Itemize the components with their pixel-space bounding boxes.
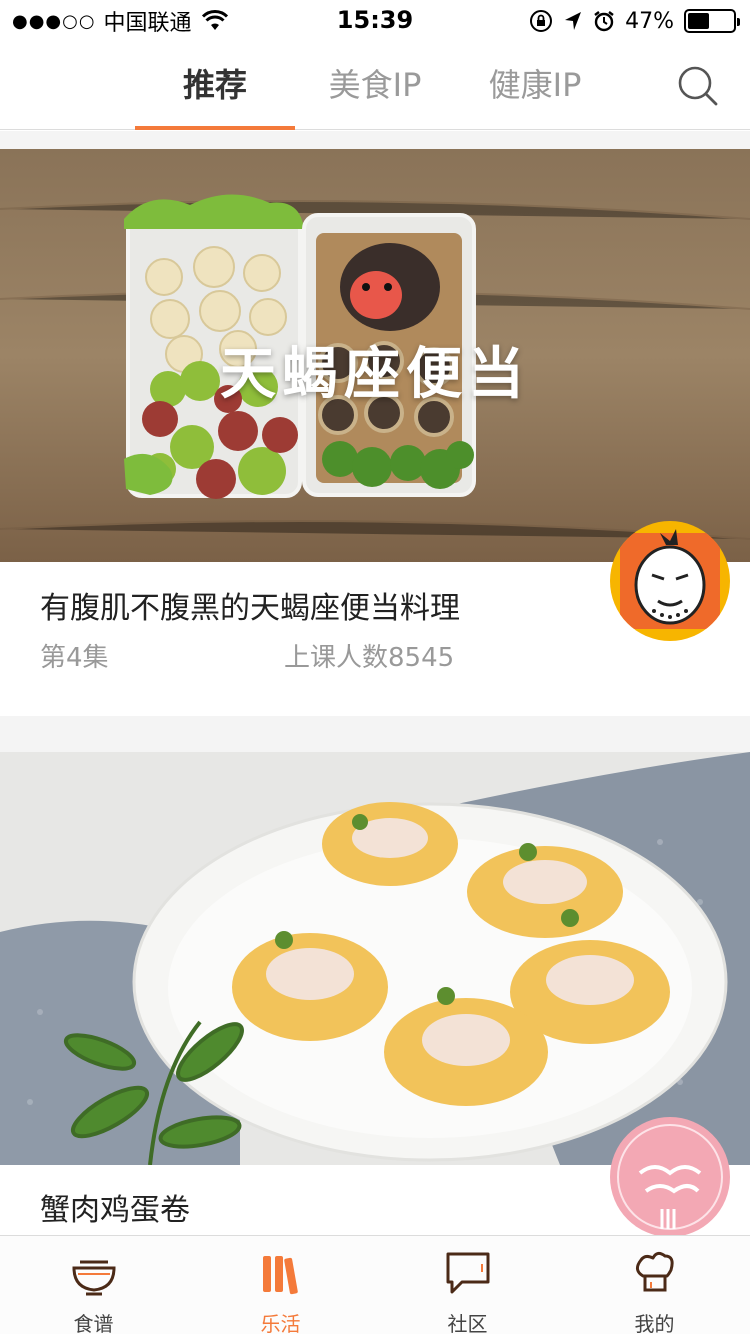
active-tab-indicator: [135, 126, 295, 130]
egg-roll-thumbnail[interactable]: [0, 752, 750, 1165]
orientation-lock-icon: [530, 10, 553, 32]
battery-percent: 47%: [625, 8, 674, 34]
chef-face-icon: [620, 529, 720, 629]
thumbnail-caption: 天蝎座便当: [220, 341, 530, 407]
feed-list[interactable]: 天蝎座便当 有腹肌不腹黑的天蝎座便当料理 第4集 上课人数8545 蟹肉鸡蛋卷: [0, 131, 750, 1235]
search-icon[interactable]: [676, 64, 720, 108]
author-avatar[interactable]: [610, 1117, 730, 1235]
tab-health-ip[interactable]: 健康IP: [455, 40, 615, 130]
bottom-tab-bar: 食谱 乐活 社区 我的: [0, 1235, 750, 1334]
nav-label: 食谱: [73, 1312, 114, 1334]
location-icon: [565, 12, 582, 30]
chef-hat-icon: [636, 1251, 674, 1292]
nav-community[interactable]: 社区: [374, 1236, 561, 1334]
episode-label: 第4集: [40, 643, 109, 673]
bowl-icon: [72, 1260, 116, 1296]
course-title[interactable]: 蟹肉鸡蛋卷: [40, 1185, 190, 1229]
nav-label: 社区: [447, 1312, 488, 1334]
nav-profile[interactable]: 我的: [561, 1236, 748, 1334]
battery-icon: [684, 9, 740, 33]
nav-recipes[interactable]: 食谱: [0, 1236, 187, 1334]
status-bar: ●●●○○ 中国联通 15:39 47%: [0, 0, 750, 40]
author-avatar[interactable]: [610, 521, 730, 641]
tab-recommended[interactable]: 推荐: [135, 40, 295, 130]
nav-label: 我的: [634, 1312, 675, 1334]
status-right: 47%: [529, 6, 740, 36]
attendance-count: 上课人数8545: [284, 643, 455, 673]
nav-label: 乐活: [260, 1312, 301, 1334]
top-tab-bar: 推荐 美食IP 健康IP: [0, 40, 750, 130]
alarm-icon: [594, 11, 614, 32]
bento-thumbnail[interactable]: 天蝎座便当: [0, 149, 750, 562]
course-title[interactable]: 有腹肌不腹黑的天蝎座便当料理: [40, 583, 460, 627]
nav-lohas[interactable]: 乐活: [187, 1236, 374, 1334]
books-icon: [263, 1256, 298, 1295]
chat-icon: [446, 1252, 490, 1294]
egg-roll-image: [0, 752, 750, 1165]
tab-food-ip[interactable]: 美食IP: [295, 40, 455, 130]
author-logo-icon: [612, 1119, 728, 1235]
